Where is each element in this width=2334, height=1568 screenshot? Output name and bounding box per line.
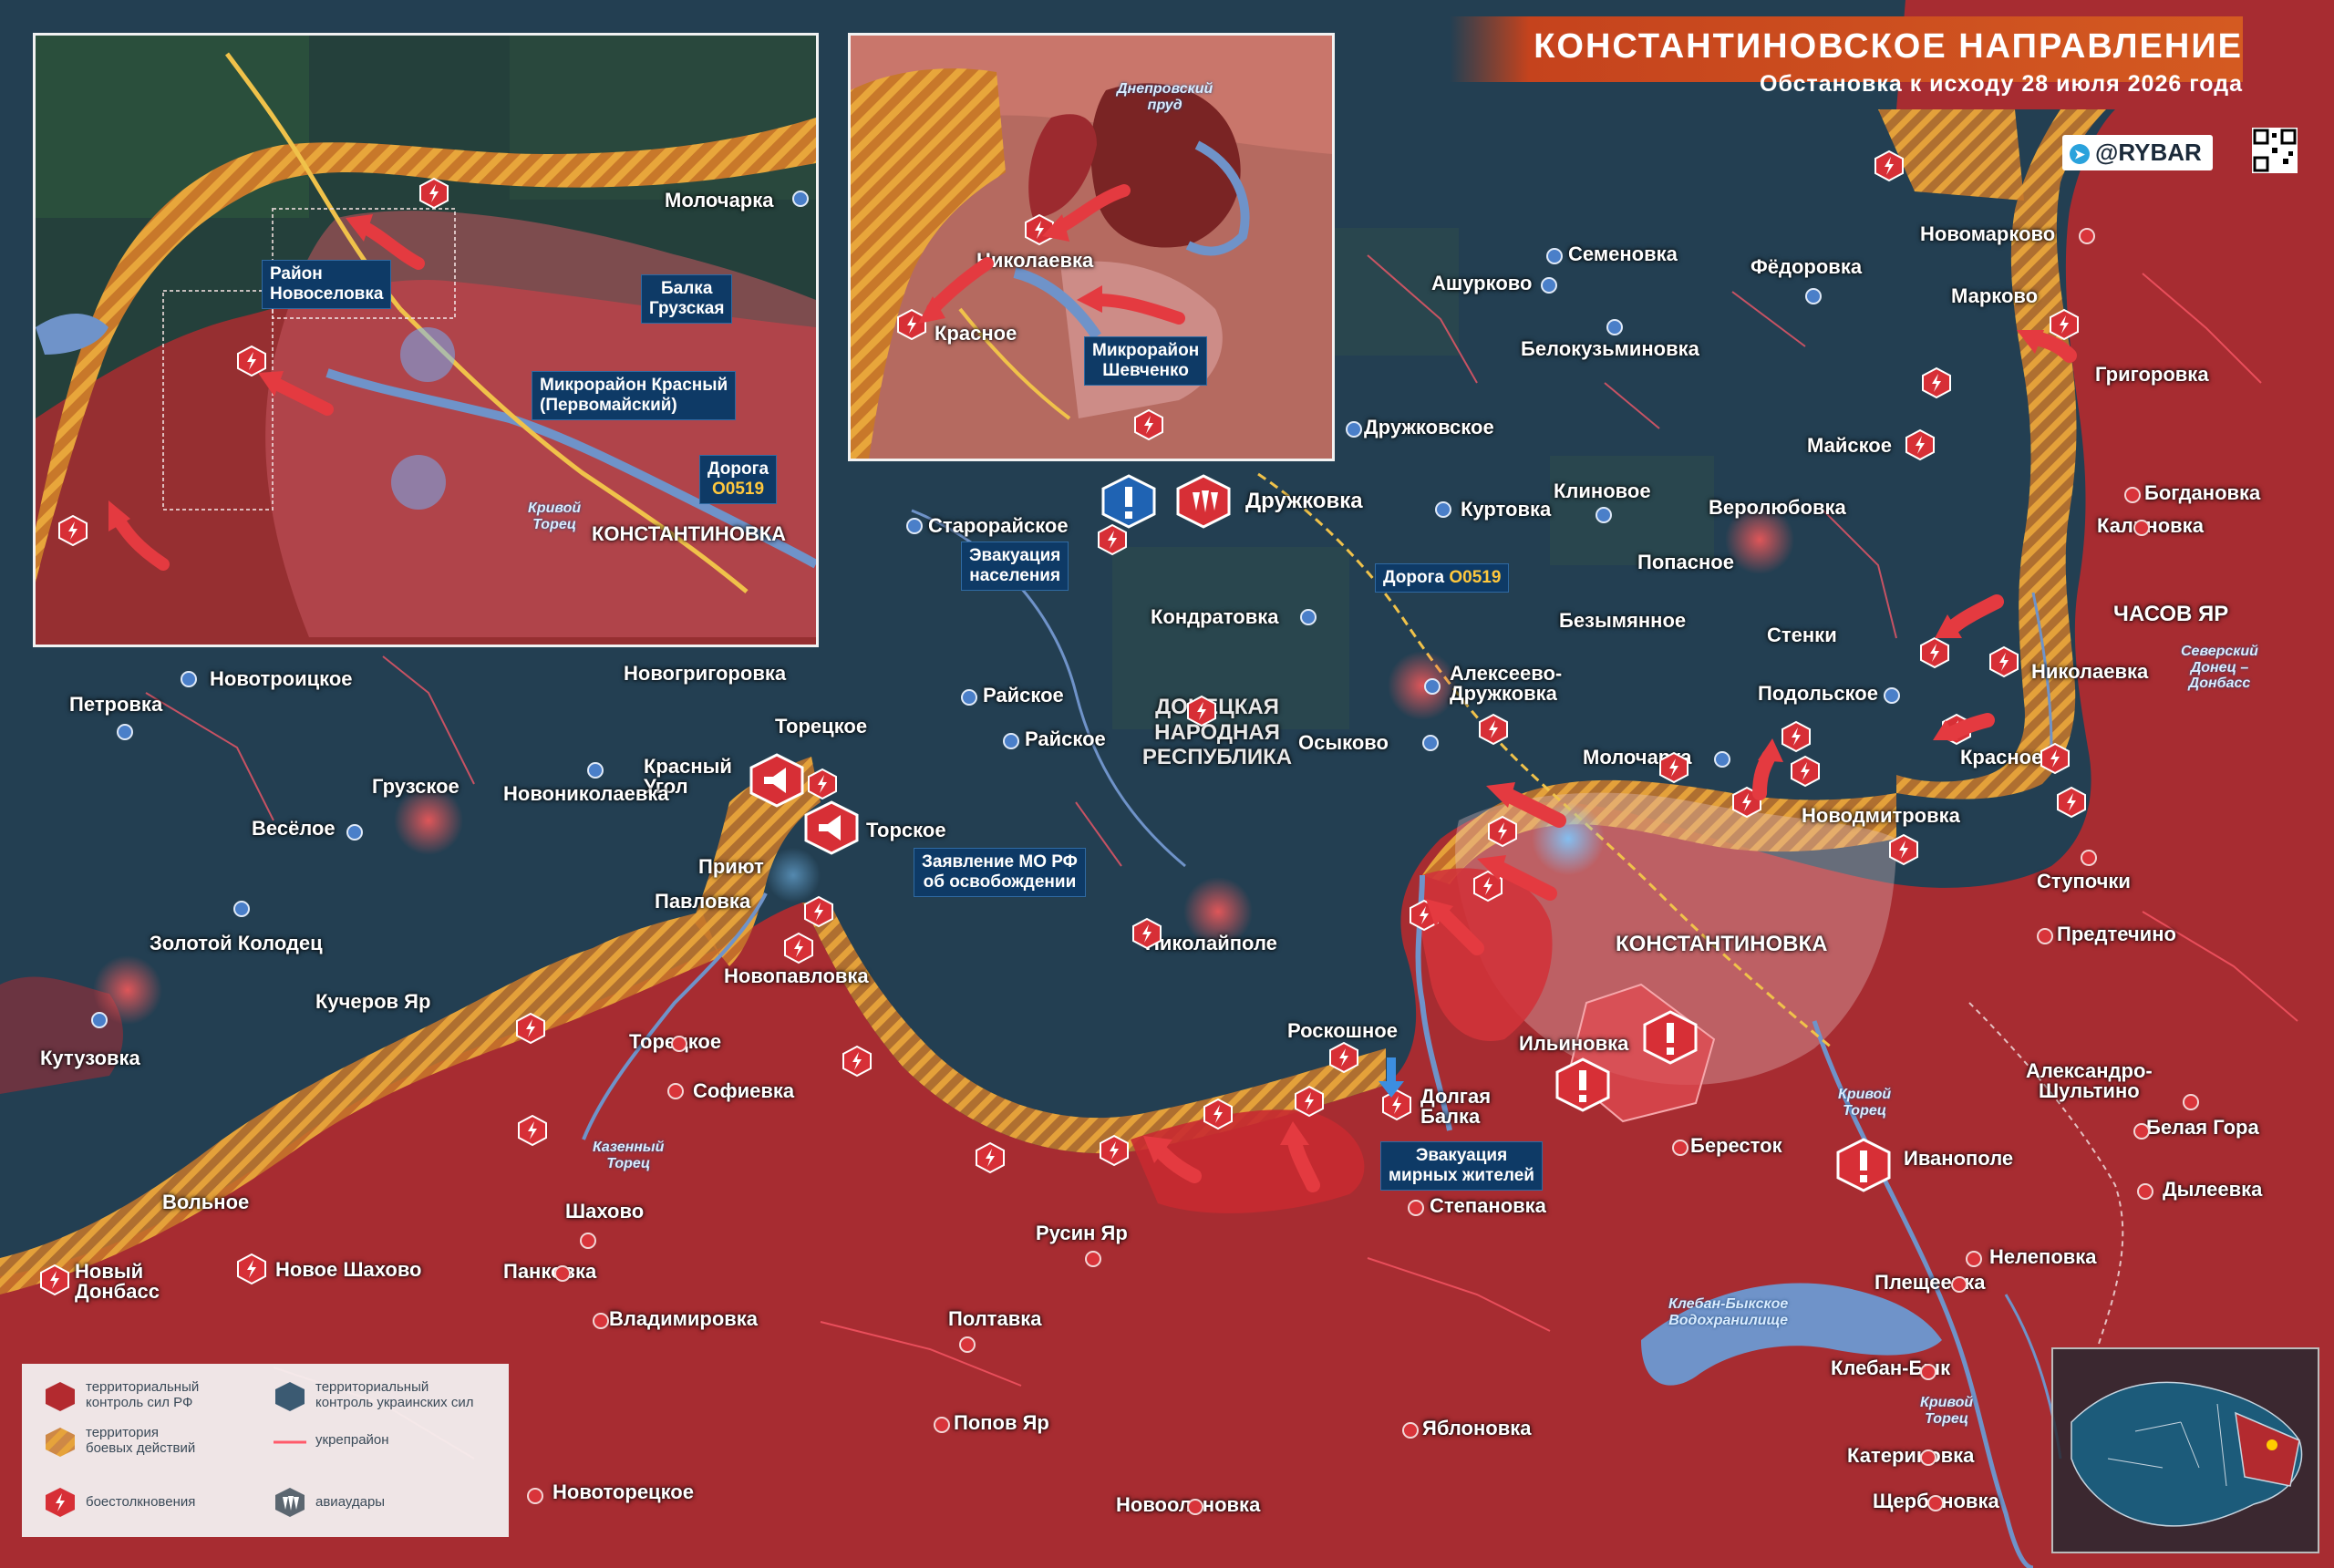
ukraine-overview xyxy=(2071,1381,2303,1527)
clash-icon xyxy=(784,932,813,965)
clash-icon xyxy=(518,1114,547,1147)
clash-icon xyxy=(1791,755,1820,788)
clash-icon xyxy=(1905,428,1935,461)
clash-icon xyxy=(516,1012,545,1045)
clash-icon xyxy=(808,768,837,800)
clash-icon xyxy=(1479,713,1508,746)
announcement-icon xyxy=(749,753,804,812)
clash-icon xyxy=(804,895,833,928)
legend-combat-swatch xyxy=(46,1428,75,1457)
clash-icon xyxy=(1203,1098,1233,1130)
clash-icon xyxy=(2050,308,2079,341)
legend-ru-label: территориальный контроль сил РФ xyxy=(86,1379,200,1410)
legend-clash-label: боестолкновения xyxy=(86,1494,196,1510)
clash-icon xyxy=(1329,1041,1358,1074)
clash-icon xyxy=(1659,751,1689,784)
clash-icon xyxy=(1889,833,1918,866)
clash-icon xyxy=(2057,786,2086,819)
clash-icon xyxy=(1382,1088,1411,1121)
map-canvas: Молочарка КОНСТАНТИНОВКА Район Новоселов… xyxy=(0,0,2334,1568)
clash-icon xyxy=(1920,636,1949,669)
evacuation-warning-icon xyxy=(1101,474,1156,533)
legend-ru-swatch xyxy=(46,1382,75,1411)
clash-icon xyxy=(1100,1134,1129,1167)
clash-icon xyxy=(1922,366,1951,399)
map-legend: территориальный контроль сил РФ территор… xyxy=(22,1364,509,1537)
advance-arrows xyxy=(1151,330,2077,1192)
clash-markers xyxy=(40,150,2086,1296)
legend-airstrike-label: авиаудары xyxy=(315,1494,386,1510)
legend-clash-swatch xyxy=(46,1488,75,1517)
clash-icon xyxy=(40,1264,69,1296)
clash-icon xyxy=(1132,917,1162,950)
clash-icon xyxy=(237,1253,266,1285)
clash-icon xyxy=(1781,720,1811,753)
warning-icon xyxy=(1643,1010,1698,1069)
warning-icon xyxy=(1555,1057,1610,1117)
legend-ua-label: территориальный контроль украинских сил xyxy=(315,1379,474,1410)
legend-airstrike-swatch xyxy=(275,1488,305,1517)
overview-minimap xyxy=(2051,1347,2319,1553)
clash-icon xyxy=(842,1045,872,1078)
airstrike-icon xyxy=(1176,474,1231,533)
legend-fort-label: укрепрайон xyxy=(315,1432,389,1448)
clash-icon xyxy=(1989,645,2019,678)
legend-fort-swatch xyxy=(274,1440,306,1444)
clash-icon xyxy=(2040,742,2070,775)
warning-icon xyxy=(1836,1138,1891,1197)
announcement-icon xyxy=(804,800,859,860)
clash-icon xyxy=(1187,695,1216,727)
legend-ua-swatch xyxy=(275,1382,305,1411)
clash-icon xyxy=(976,1141,1005,1174)
clash-icon xyxy=(1295,1085,1324,1118)
clash-icon xyxy=(1488,815,1517,848)
clash-icon xyxy=(1874,150,1904,182)
legend-combat-label: территория боевых действий xyxy=(86,1425,196,1456)
